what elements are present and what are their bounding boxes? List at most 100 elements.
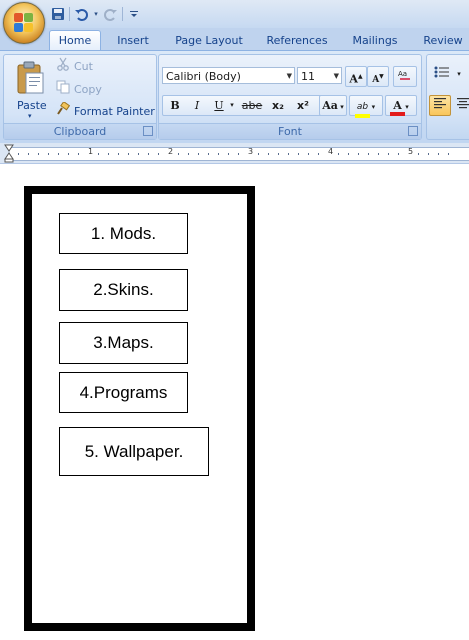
- shrink-font-button[interactable]: A▼: [367, 66, 389, 87]
- list-item[interactable]: 5. Wallpaper.: [59, 427, 209, 476]
- align-center-button[interactable]: [452, 95, 469, 116]
- ruler-tick: [218, 153, 219, 155]
- underline-dropdown-icon[interactable]: ▾: [227, 95, 237, 116]
- ruler-tick: [338, 153, 339, 155]
- ruler-tick: [228, 153, 229, 155]
- copy-button[interactable]: Copy: [56, 80, 102, 99]
- list-item[interactable]: 2.Skins.: [59, 269, 188, 311]
- tab-references[interactable]: References: [262, 32, 332, 50]
- ruler-tick: [358, 153, 359, 155]
- underline-button[interactable]: U: [209, 95, 229, 116]
- tab-insert[interactable]: Insert: [108, 32, 158, 50]
- ruler-tick: [188, 153, 189, 155]
- subscript-button[interactable]: x₂: [267, 95, 289, 116]
- tab-home[interactable]: Home: [49, 30, 101, 51]
- copy-label: Copy: [74, 83, 102, 96]
- ruler-tick: [318, 153, 319, 155]
- ruler-tick: [378, 153, 379, 155]
- ruler-tick: [158, 153, 159, 155]
- font-group-label: Font: [159, 123, 421, 139]
- paste-dropdown-icon[interactable]: ▾: [28, 112, 32, 120]
- ruler-tick: [78, 153, 79, 155]
- ruler-track: 1 2 3 4 5: [10, 147, 469, 161]
- office-button[interactable]: [3, 2, 45, 44]
- list-item-text: 5. Wallpaper.: [84, 441, 184, 461]
- clear-formatting-button[interactable]: Aa: [393, 66, 417, 87]
- tab-mailings[interactable]: Mailings: [346, 32, 404, 50]
- list-item-text: 4.Programs: [79, 382, 168, 402]
- ruler-tick: [398, 153, 399, 155]
- align-left-button[interactable]: [429, 95, 451, 116]
- customize-icon[interactable]: [126, 6, 142, 22]
- font-color-button[interactable]: A ▾: [385, 95, 417, 116]
- office-logo-icon: [14, 13, 34, 33]
- bold-button[interactable]: B: [165, 95, 185, 116]
- ruler-number: 5: [408, 147, 414, 156]
- align-left-icon: [433, 98, 447, 112]
- ruler-tick: [418, 153, 419, 155]
- ruler-tick: [208, 153, 209, 155]
- italic-button[interactable]: I: [187, 95, 207, 116]
- ruler-tick: [368, 153, 369, 155]
- indent-marker-icon[interactable]: [4, 143, 14, 163]
- paste-icon: [17, 61, 44, 94]
- ruler-number: 2: [168, 147, 174, 156]
- toolbar-separator: [122, 7, 123, 21]
- ruler-tick: [178, 153, 179, 155]
- list-item-text: 1. Mods.: [90, 223, 157, 243]
- scissors-icon: [56, 57, 70, 77]
- ruler-tick: [148, 153, 149, 155]
- format-painter-label: Format Painter: [74, 105, 155, 118]
- ruler-tick: [18, 153, 19, 155]
- ruler-number: 3: [248, 147, 254, 156]
- redo-icon[interactable]: [103, 6, 119, 22]
- ruler-tick: [28, 153, 29, 155]
- ruler-tick: [428, 153, 429, 155]
- font-color-label: A: [393, 99, 402, 112]
- title-bar: ▾: [0, 0, 469, 28]
- highlight-button[interactable]: ab ▾: [349, 95, 383, 118]
- clipboard-group-label: Clipboard: [4, 123, 156, 139]
- font-name-combobox[interactable]: Calibri (Body) ▼: [162, 67, 295, 84]
- ruler-tick: [268, 153, 269, 155]
- bullets-dropdown-icon[interactable]: ▾: [454, 64, 464, 85]
- highlight-label: ab: [356, 102, 369, 112]
- list-item[interactable]: 4.Programs: [59, 372, 188, 413]
- font-color-icon: A: [390, 96, 405, 116]
- clipboard-group: Paste ▾ Cut Copy Format Painter Clipboar…: [3, 54, 157, 140]
- ruler-tick: [48, 153, 49, 155]
- font-size-value: 11: [301, 70, 315, 83]
- tab-page-layout[interactable]: Page Layout: [170, 32, 248, 50]
- ruler-tick: [58, 153, 59, 155]
- ruler-tick: [448, 153, 449, 155]
- list-item[interactable]: 3.Maps.: [59, 322, 188, 364]
- quick-access-toolbar: ▾: [50, 4, 142, 24]
- font-color-bar: [390, 112, 405, 116]
- ruler-tick: [278, 153, 279, 155]
- tab-review[interactable]: Review: [418, 32, 468, 50]
- font-launcher-icon[interactable]: [408, 126, 418, 136]
- undo-dropdown-icon[interactable]: ▾: [92, 10, 100, 18]
- grow-font-button[interactable]: A▲: [345, 66, 367, 87]
- bullets-button[interactable]: [430, 64, 454, 85]
- font-size-combobox[interactable]: 11 ▼: [297, 67, 342, 84]
- save-icon[interactable]: [50, 6, 66, 22]
- ruler-tick: [298, 153, 299, 155]
- horizontal-ruler[interactable]: 1 2 3 4 5: [0, 143, 469, 164]
- highlight-color-bar: [354, 114, 371, 118]
- ruler-tick: [108, 153, 109, 155]
- format-painter-button[interactable]: Format Painter: [56, 100, 155, 121]
- clear-formatting-icon: Aa: [397, 70, 413, 84]
- font-name-value: Calibri (Body): [166, 70, 241, 83]
- strikethrough-button[interactable]: abe: [239, 95, 265, 116]
- cut-button[interactable]: Cut: [56, 57, 93, 77]
- ruler-tick: [128, 153, 129, 155]
- ruler-tick: [238, 153, 239, 155]
- undo-icon[interactable]: [73, 6, 89, 22]
- clipboard-launcher-icon[interactable]: [143, 126, 153, 136]
- superscript-button[interactable]: x²: [292, 95, 314, 116]
- list-item[interactable]: 1. Mods.: [59, 213, 188, 254]
- change-case-button[interactable]: Aa ▾: [319, 95, 347, 116]
- ruler-number: 4: [328, 147, 334, 156]
- toolbar-separator: [69, 7, 70, 21]
